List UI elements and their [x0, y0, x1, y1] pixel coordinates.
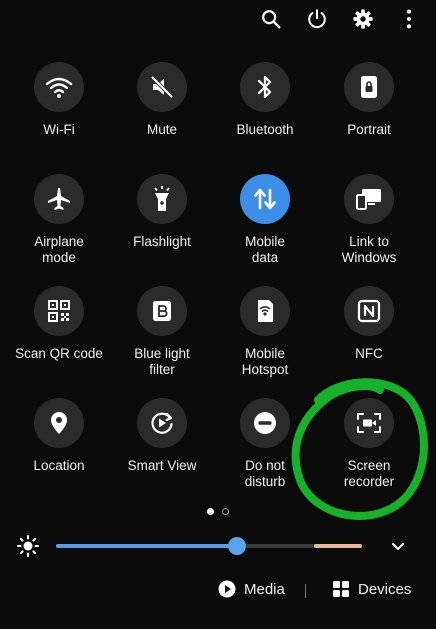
tile-label: Mute — [146, 122, 177, 137]
tile-smart-view[interactable]: Smart View — [110, 398, 214, 474]
tile-link-to-windows[interactable]: Link to Windows — [317, 174, 421, 266]
hotspot-icon — [258, 300, 273, 322]
devices-button[interactable]: Devices — [332, 580, 411, 598]
tile-label: Portrait — [347, 122, 391, 137]
tile-label: NFC — [355, 346, 383, 361]
power-button[interactable] — [304, 6, 330, 32]
tile-label: Airplane mode — [34, 234, 84, 265]
tile-portrait-button[interactable] — [344, 62, 394, 112]
tile-bluetooth-button[interactable] — [240, 62, 290, 112]
qr-code-icon — [48, 300, 70, 322]
play-circle-icon — [218, 580, 236, 598]
tile-mute-button[interactable] — [137, 62, 187, 112]
airplane-icon — [48, 188, 70, 210]
bottom-bar: Media Devices — [0, 578, 436, 604]
tile-flashlight[interactable]: Flashlight — [110, 174, 214, 250]
tile-mobile-hotspot-button[interactable] — [240, 286, 290, 336]
tile-label: Screen recorder — [343, 458, 395, 489]
tile-do-not-disturb-button[interactable] — [240, 398, 290, 448]
tile-mobile-data-button[interactable] — [240, 174, 290, 224]
tile-blue-light-filter[interactable]: Blue light filter — [110, 286, 214, 378]
tile-blue-light-filter-button[interactable] — [137, 286, 187, 336]
link-to-windows-icon — [356, 189, 381, 210]
media-button[interactable]: Media — [218, 580, 285, 598]
tile-scan-qr-code[interactable]: Scan QR code — [7, 286, 111, 362]
power-icon — [308, 9, 326, 29]
tile-nfc[interactable]: NFC — [317, 286, 421, 362]
tile-nfc-button[interactable] — [344, 286, 394, 336]
brightness-extra-range — [314, 544, 362, 548]
flashlight-icon — [154, 186, 170, 211]
do-not-disturb-icon — [254, 412, 276, 434]
tile-portrait[interactable]: Portrait — [317, 62, 421, 138]
tile-airplane-mode-button[interactable] — [34, 174, 84, 224]
chevron-down-icon[interactable] — [388, 536, 408, 556]
tile-location-button[interactable] — [34, 398, 84, 448]
portrait-lock-icon — [361, 76, 377, 98]
more-options-button[interactable] — [396, 6, 422, 32]
quick-panel-topbar — [258, 6, 422, 32]
tile-do-not-disturb[interactable]: Do not disturb — [213, 398, 317, 490]
blue-light-filter-icon — [153, 301, 171, 321]
nfc-icon — [357, 299, 381, 323]
devices-grid-icon — [333, 581, 349, 597]
bluetooth-icon — [257, 75, 272, 99]
settings-button[interactable] — [350, 6, 376, 32]
brightness-slider[interactable] — [56, 537, 362, 555]
gear-icon — [353, 9, 373, 29]
brightness-icon — [17, 535, 39, 557]
search-button[interactable] — [258, 6, 284, 32]
tile-wifi-button[interactable] — [34, 62, 84, 112]
tile-mute[interactable]: Mute — [110, 62, 214, 138]
tile-wifi[interactable]: Wi-Fi — [7, 62, 111, 138]
page-indicator — [0, 508, 436, 515]
tile-label: Wi-Fi — [43, 122, 75, 137]
tile-label: Scan QR code — [15, 346, 103, 361]
mute-icon — [150, 75, 174, 99]
tile-label: Do not disturb — [244, 458, 286, 489]
media-label: Media — [244, 580, 285, 598]
tile-mobile-hotspot[interactable]: Mobile Hotspot — [213, 286, 317, 378]
mobile-data-icon — [254, 188, 276, 210]
tile-bluetooth[interactable]: Bluetooth — [213, 62, 317, 138]
tile-screen-recorder[interactable]: Screen recorder — [317, 398, 421, 490]
smart-view-icon — [151, 412, 173, 434]
tile-label: Location — [33, 458, 85, 473]
devices-label: Devices — [358, 580, 412, 598]
tile-scan-qr-code-button[interactable] — [34, 286, 84, 336]
brightness-slider-thumb[interactable] — [227, 537, 246, 555]
divider — [305, 584, 306, 598]
tile-mobile-data[interactable]: Mobile data — [213, 174, 317, 266]
screen-recorder-icon — [357, 413, 381, 433]
tile-flashlight-button[interactable] — [137, 174, 187, 224]
tile-label: Blue light filter — [134, 346, 190, 377]
wifi-icon — [45, 77, 73, 98]
page-dot-active[interactable] — [207, 508, 214, 515]
tile-label: Mobile data — [245, 234, 285, 265]
tile-screen-recorder-button[interactable] — [344, 398, 394, 448]
tile-link-to-windows-button[interactable] — [344, 174, 394, 224]
tile-smart-view-button[interactable] — [137, 398, 187, 448]
tile-airplane-mode[interactable]: Airplane mode — [7, 174, 111, 266]
tile-label: Mobile Hotspot — [241, 346, 289, 377]
search-icon — [262, 10, 281, 29]
page-dot-inactive[interactable] — [222, 508, 229, 515]
tile-label: Smart View — [127, 458, 197, 473]
tile-location[interactable]: Location — [7, 398, 111, 474]
brightness-control — [14, 534, 414, 558]
tile-label: Link to Windows — [341, 234, 397, 265]
tile-label: Bluetooth — [236, 122, 294, 137]
brightness-slider-fill — [56, 544, 237, 548]
tile-label: Flashlight — [133, 234, 191, 249]
more-vert-icon — [406, 9, 412, 29]
location-icon — [51, 412, 67, 434]
